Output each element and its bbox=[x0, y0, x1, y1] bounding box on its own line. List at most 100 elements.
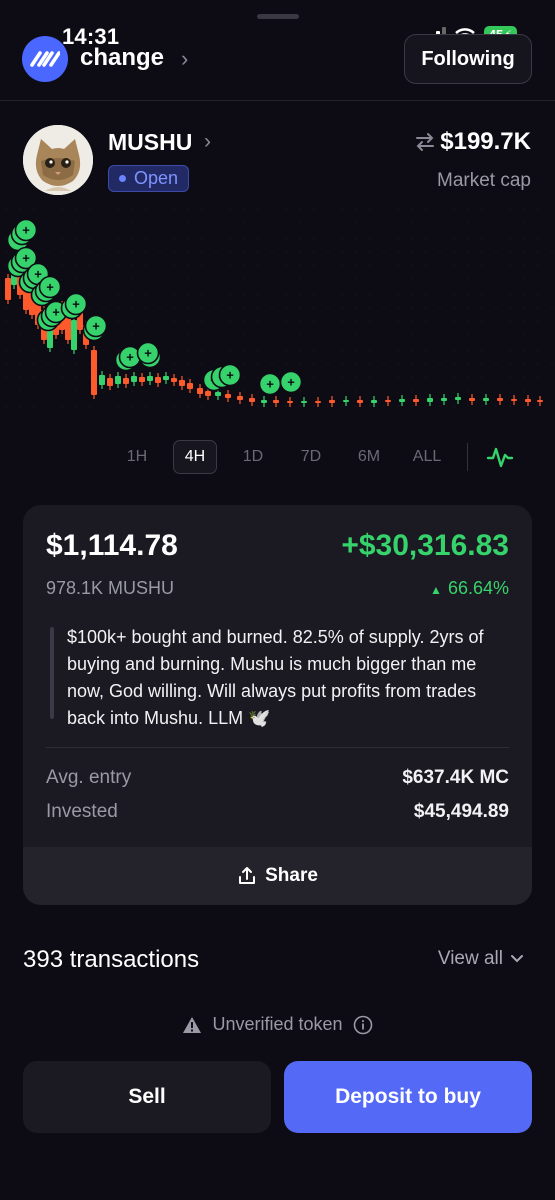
token-name[interactable]: MUSHU bbox=[108, 129, 192, 156]
grid-dot bbox=[187, 223, 189, 225]
grid-dot bbox=[201, 293, 203, 295]
grid-dot bbox=[103, 237, 105, 239]
grid-dot bbox=[117, 321, 119, 323]
swap-arrows-icon[interactable] bbox=[414, 132, 436, 152]
grid-dot bbox=[117, 349, 119, 351]
grid-dot bbox=[19, 307, 21, 309]
grid-dot bbox=[327, 237, 329, 239]
grid-dot bbox=[453, 307, 455, 309]
grid-dot bbox=[495, 349, 497, 351]
grid-dot bbox=[523, 237, 525, 239]
candle-body bbox=[413, 399, 419, 402]
grid-dot bbox=[327, 321, 329, 323]
grid-dot bbox=[89, 265, 91, 267]
grid-dot bbox=[425, 363, 427, 365]
grid-dot bbox=[285, 265, 287, 267]
grid-dot bbox=[425, 279, 427, 281]
grid-dot bbox=[341, 363, 343, 365]
share-button[interactable]: Share bbox=[23, 847, 532, 905]
grid-dot bbox=[341, 335, 343, 337]
app-name[interactable]: change bbox=[80, 44, 164, 72]
grid-dot bbox=[243, 321, 245, 323]
range-tab[interactable]: 1D bbox=[224, 440, 282, 474]
grid-dot bbox=[145, 223, 147, 225]
grid-dot bbox=[61, 405, 63, 407]
candle-body bbox=[115, 376, 121, 384]
grid-dot bbox=[103, 223, 105, 225]
grid-dot bbox=[327, 251, 329, 253]
grid-dot bbox=[187, 279, 189, 281]
grid-dot bbox=[117, 307, 119, 309]
grid-dot bbox=[61, 251, 63, 253]
grid-dot bbox=[201, 321, 203, 323]
grid-dot bbox=[439, 265, 441, 267]
grid-dot bbox=[369, 405, 371, 407]
grid-dot bbox=[439, 349, 441, 351]
grid-dot bbox=[439, 391, 441, 393]
grid-dot bbox=[537, 293, 539, 295]
deposit-to-buy-button[interactable]: Deposit to buy bbox=[284, 1061, 532, 1133]
grid-dot bbox=[453, 293, 455, 295]
market-cap-value[interactable]: $199.7K bbox=[440, 128, 531, 156]
grid-dot bbox=[89, 293, 91, 295]
price-chart[interactable]: ++++++++++++++++++++++++++++ bbox=[0, 200, 555, 420]
grid-dot bbox=[159, 335, 161, 337]
grid-dot bbox=[257, 377, 259, 379]
grid-dot bbox=[355, 307, 357, 309]
grid-dot bbox=[551, 251, 553, 253]
grid-dot bbox=[523, 223, 525, 225]
following-button[interactable]: Following bbox=[404, 34, 532, 84]
grid-dot bbox=[397, 349, 399, 351]
grid-dot bbox=[257, 349, 259, 351]
grid-dot bbox=[131, 405, 133, 407]
grid-dot bbox=[229, 223, 231, 225]
grid-dot bbox=[327, 307, 329, 309]
range-tab[interactable]: ALL bbox=[398, 440, 456, 474]
grid-dot bbox=[131, 237, 133, 239]
range-tab-selected[interactable]: 4H bbox=[173, 440, 217, 474]
candle-body bbox=[99, 375, 105, 385]
grid-dot bbox=[229, 265, 231, 267]
grid-dot bbox=[187, 307, 189, 309]
grid-dot bbox=[117, 279, 119, 281]
grid-dot bbox=[411, 265, 413, 267]
grid-dot bbox=[383, 209, 385, 211]
grid-dot bbox=[285, 223, 287, 225]
grid-dot bbox=[117, 293, 119, 295]
grid-dot bbox=[439, 405, 441, 407]
view-all-link[interactable]: View all bbox=[438, 948, 525, 970]
grid-dot bbox=[537, 377, 539, 379]
candle-body bbox=[343, 400, 349, 402]
sheet-grabber[interactable] bbox=[257, 14, 299, 19]
range-tab[interactable]: 6M bbox=[340, 440, 398, 474]
grid-dot bbox=[173, 223, 175, 225]
grid-dot bbox=[131, 251, 133, 253]
grid-dot bbox=[537, 307, 539, 309]
info-icon[interactable] bbox=[353, 1015, 373, 1035]
grid-dot bbox=[411, 405, 413, 407]
line-chart-toggle-icon[interactable] bbox=[486, 443, 514, 471]
grid-dot bbox=[131, 279, 133, 281]
grid-dot bbox=[159, 251, 161, 253]
chevron-right-icon[interactable]: › bbox=[181, 46, 188, 72]
chevron-right-icon[interactable]: › bbox=[204, 130, 211, 154]
grid-dot bbox=[89, 237, 91, 239]
grid-dot bbox=[201, 209, 203, 211]
token-avatar[interactable] bbox=[23, 125, 93, 195]
grid-dot bbox=[397, 265, 399, 267]
sell-button[interactable]: Sell bbox=[23, 1061, 271, 1133]
grid-dot bbox=[19, 321, 21, 323]
grid-dot bbox=[187, 405, 189, 407]
app-logo[interactable] bbox=[22, 36, 68, 82]
range-tab[interactable]: 7D bbox=[282, 440, 340, 474]
grid-dot bbox=[47, 363, 49, 365]
status-dot-icon bbox=[119, 175, 126, 182]
grid-dot bbox=[341, 349, 343, 351]
grid-dot bbox=[355, 279, 357, 281]
range-tab[interactable]: 1H bbox=[108, 440, 166, 474]
grid-dot bbox=[201, 237, 203, 239]
grid-dot bbox=[383, 237, 385, 239]
grid-dot bbox=[61, 349, 63, 351]
avg-entry-value: $637.4K MC bbox=[402, 767, 509, 788]
grid-dot bbox=[551, 335, 553, 337]
